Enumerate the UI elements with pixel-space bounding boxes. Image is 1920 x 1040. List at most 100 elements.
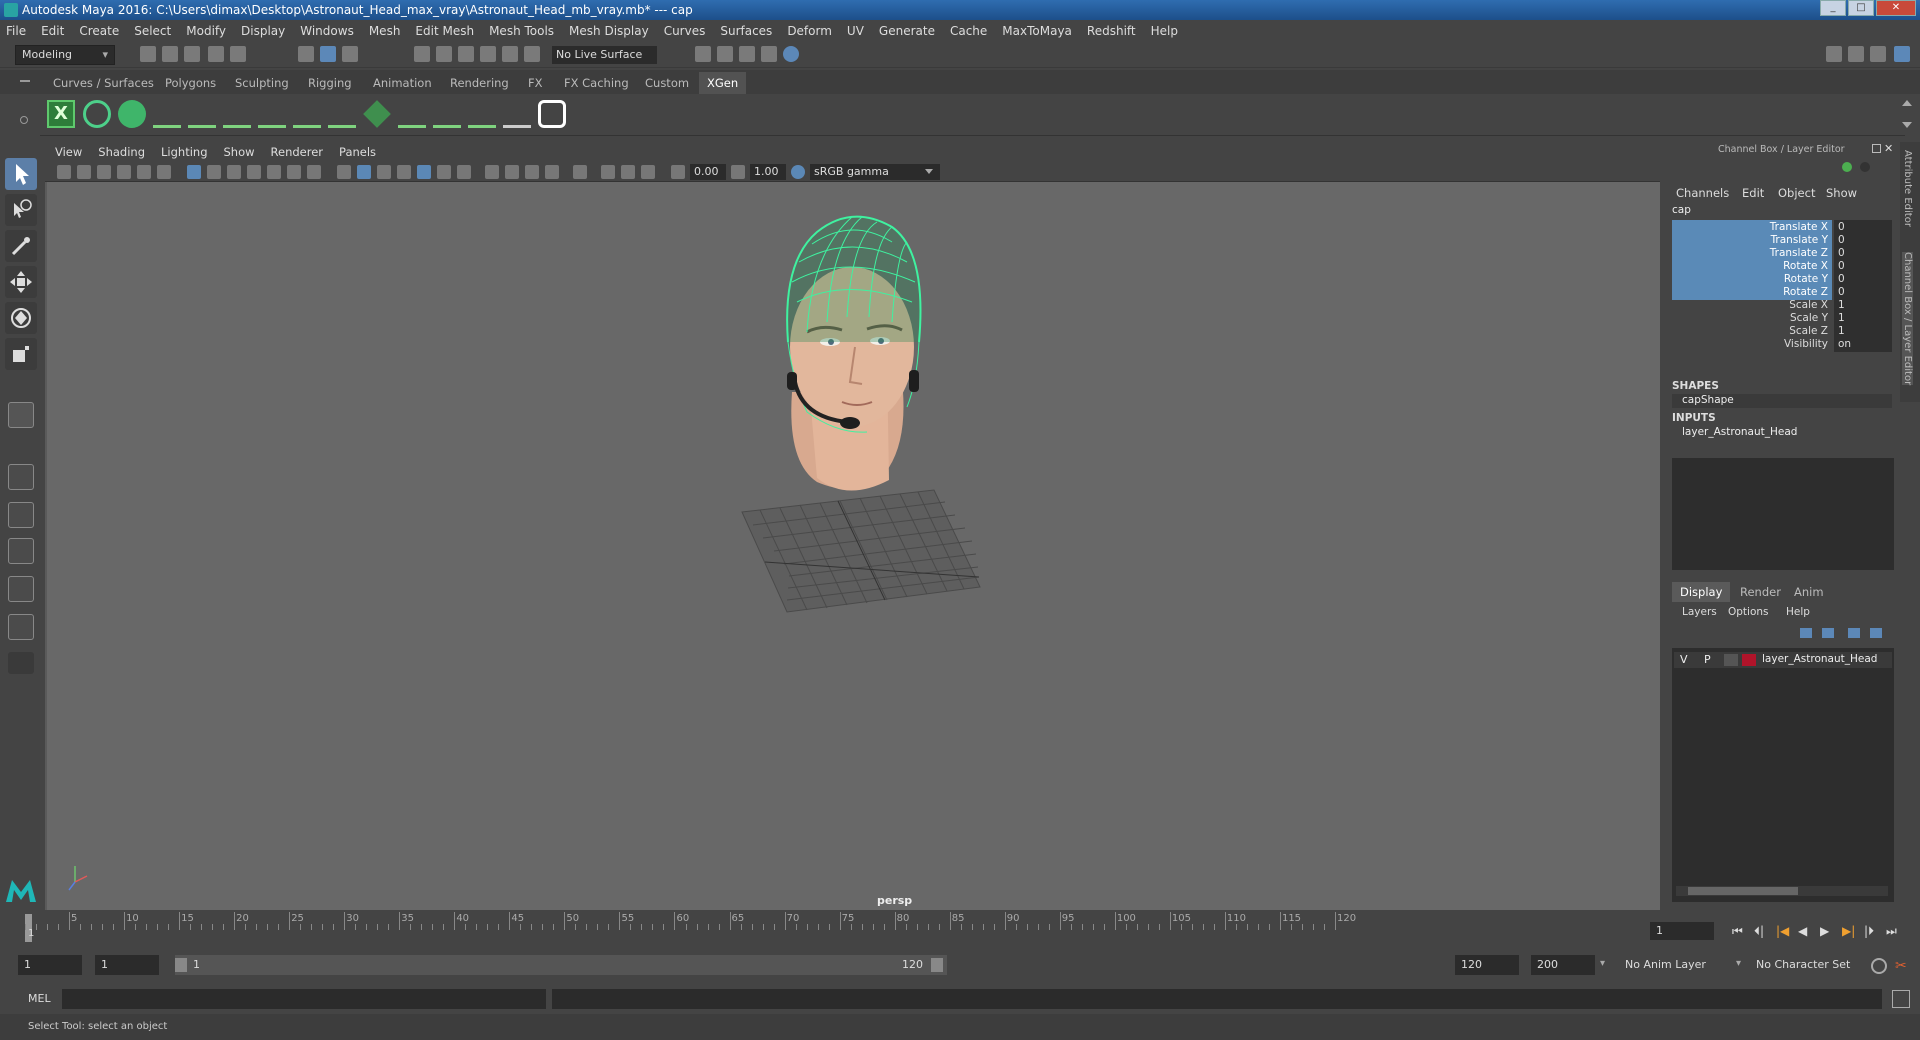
attribute-editor-tab[interactable]: Attribute Editor xyxy=(1902,150,1913,227)
film-gate-icon[interactable] xyxy=(207,165,221,179)
speed-icon[interactable] xyxy=(1860,162,1870,172)
persp-viewport[interactable]: persp xyxy=(45,182,1660,910)
scale-tool-icon[interactable] xyxy=(5,338,37,370)
xgen-editor-icon[interactable]: X xyxy=(47,100,75,128)
menu-mesh-tools[interactable]: Mesh Tools xyxy=(489,24,554,38)
channel-value[interactable]: on xyxy=(1834,337,1892,352)
layer-tab-display[interactable]: Display xyxy=(1672,582,1731,602)
viewport-menu-view[interactable]: View xyxy=(55,145,82,159)
layer-name[interactable]: layer_Astronaut_Head xyxy=(1762,653,1877,665)
xray-joints-icon[interactable] xyxy=(641,165,655,179)
shelf-menu-icon[interactable] xyxy=(20,80,30,82)
xgen-rebuild-icon[interactable] xyxy=(433,100,461,128)
chevron-down-icon[interactable]: ▾ xyxy=(1600,958,1605,969)
show-menu[interactable]: Show xyxy=(1826,186,1857,200)
snap-point-icon[interactable] xyxy=(458,46,474,62)
close-window-button[interactable]: ✕ xyxy=(1876,0,1916,16)
resolution-gate-icon[interactable] xyxy=(227,165,241,179)
step-forward-key-icon[interactable]: ▶| xyxy=(1842,924,1855,938)
ipr-render-icon[interactable] xyxy=(739,46,755,62)
xgen-normalize-icon[interactable] xyxy=(398,100,426,128)
shelf-scroll-down-icon[interactable] xyxy=(1902,122,1912,128)
xgen-import-icon[interactable] xyxy=(118,100,146,128)
depth-of-field-icon[interactable] xyxy=(545,165,559,179)
channel-visibility[interactable]: Visibility on xyxy=(1672,337,1892,352)
rotate-tool-icon[interactable] xyxy=(5,302,37,334)
screen-space-ao-icon[interactable] xyxy=(485,165,499,179)
menu-uv[interactable]: UV xyxy=(847,24,864,38)
snap-grid-icon[interactable] xyxy=(414,46,430,62)
playback-start-field[interactable]: 1 xyxy=(95,955,159,975)
object-menu[interactable]: Object xyxy=(1778,186,1815,200)
viewport-menu-lighting[interactable]: Lighting xyxy=(161,145,207,159)
workspace-icon-2[interactable] xyxy=(1848,46,1864,62)
help-menu[interactable]: Help xyxy=(1786,606,1810,618)
image-plane-icon[interactable] xyxy=(117,165,131,179)
persp-graph-layout-icon[interactable] xyxy=(8,538,34,564)
select-component-icon[interactable] xyxy=(342,46,358,62)
shelf-scroll-up-icon[interactable] xyxy=(1902,100,1912,106)
step-back-frame-icon[interactable]: ⏴| xyxy=(1754,924,1764,939)
undo-icon[interactable] xyxy=(208,46,224,62)
manipulator-icon[interactable] xyxy=(1842,162,1852,172)
open-scene-icon[interactable] xyxy=(162,46,178,62)
shadows-icon[interactable] xyxy=(457,165,471,179)
wireframe-shading-icon[interactable] xyxy=(337,165,351,179)
viewport-menu-show[interactable]: Show xyxy=(224,145,255,159)
gamma-icon[interactable] xyxy=(731,165,745,179)
xgen-preview-icon[interactable] xyxy=(538,100,566,128)
snap-live-icon[interactable] xyxy=(502,46,518,62)
shelf-tab-animation[interactable]: Animation xyxy=(365,72,440,94)
xgen-guide-length-icon[interactable] xyxy=(223,100,251,128)
redo-icon[interactable] xyxy=(230,46,246,62)
shelf-tab-fx-caching[interactable]: FX Caching xyxy=(556,72,637,94)
shape-node[interactable]: capShape xyxy=(1682,394,1734,406)
shelf-settings-icon[interactable] xyxy=(20,116,28,124)
paint-select-tool-icon[interactable] xyxy=(5,230,37,262)
layer-row[interactable]: V P layer_Astronaut_Head xyxy=(1674,652,1892,668)
xgen-sculpt-guide-icon[interactable] xyxy=(188,100,216,128)
anim-layer-dropdown[interactable]: No Anim Layer xyxy=(1619,955,1735,975)
move-layer-down-icon[interactable] xyxy=(1822,628,1834,638)
camera-attributes-icon[interactable] xyxy=(77,165,91,179)
new-scene-icon[interactable] xyxy=(140,46,156,62)
menu-help[interactable]: Help xyxy=(1151,24,1178,38)
menu-set-dropdown[interactable]: Modeling xyxy=(15,45,115,65)
move-tool-icon[interactable] xyxy=(5,266,37,298)
move-layer-up-icon[interactable] xyxy=(1800,628,1812,638)
xgen-flip-icon[interactable] xyxy=(468,100,496,128)
auto-key-icon[interactable] xyxy=(1871,958,1887,974)
play-forwards-icon[interactable]: ▶ xyxy=(1820,924,1829,938)
field-chart-icon[interactable] xyxy=(267,165,281,179)
use-all-lights-icon[interactable] xyxy=(437,165,451,179)
viewport-menu-shading[interactable]: Shading xyxy=(98,145,145,159)
shelf-tab-xgen[interactable]: XGen xyxy=(699,72,747,94)
animation-start-field[interactable]: 1 xyxy=(18,955,82,975)
menu-select[interactable]: Select xyxy=(134,24,171,38)
default-material-icon[interactable] xyxy=(377,165,391,179)
xgen-lock-guide-icon[interactable] xyxy=(293,100,321,128)
channel-box-toggle-icon[interactable] xyxy=(1894,46,1910,62)
exposure-icon[interactable] xyxy=(671,165,685,179)
exposure-field[interactable]: 0.00 xyxy=(690,164,726,180)
menu-windows[interactable]: Windows xyxy=(300,24,354,38)
lasso-tool-icon[interactable] xyxy=(5,194,37,226)
gate-mask-icon[interactable] xyxy=(247,165,261,179)
character-set-dropdown[interactable]: No Character Set xyxy=(1750,955,1872,975)
menu-redshift[interactable]: Redshift xyxy=(1087,24,1136,38)
safe-title-icon[interactable] xyxy=(307,165,321,179)
menu-generate[interactable]: Generate xyxy=(879,24,935,38)
menu-mesh-display[interactable]: Mesh Display xyxy=(569,24,649,38)
input-node[interactable]: layer_Astronaut_Head xyxy=(1682,426,1797,438)
four-view-layout-icon[interactable] xyxy=(8,464,34,490)
two-view-layout-icon[interactable] xyxy=(8,502,34,528)
menu-mesh[interactable]: Mesh xyxy=(369,24,401,38)
minimize-button[interactable]: _ xyxy=(1820,0,1846,16)
chevron-down-icon[interactable]: ▾ xyxy=(1736,958,1741,969)
menu-surfaces[interactable]: Surfaces xyxy=(720,24,772,38)
xgen-create-description-icon[interactable] xyxy=(83,100,111,128)
xray-active-icon[interactable] xyxy=(621,165,635,179)
color-management-icon[interactable] xyxy=(791,165,805,179)
snap-view-plane-icon[interactable] xyxy=(480,46,496,62)
channel-label[interactable]: Visibility xyxy=(1672,337,1832,352)
